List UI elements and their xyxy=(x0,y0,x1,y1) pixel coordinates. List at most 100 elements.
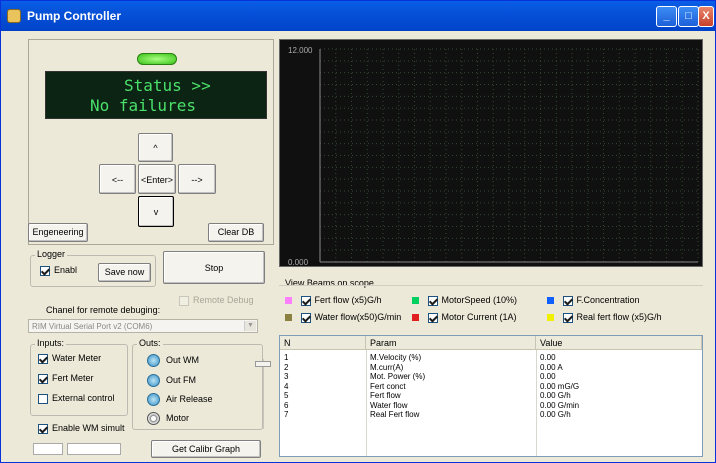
row-value: 0.00 mG/G xyxy=(540,381,580,391)
nav-enter-button[interactable]: <Enter> xyxy=(138,164,176,194)
legend-swatch xyxy=(412,297,419,305)
checkbox-icon xyxy=(427,312,438,323)
external-control-checkbox[interactable]: External control xyxy=(38,393,115,404)
status-line-1: Status >> xyxy=(124,76,211,95)
window-title: Pump Controller xyxy=(27,9,122,23)
wm-sim-field-1[interactable] xyxy=(33,443,63,455)
checkbox-icon xyxy=(38,373,48,384)
logger-enable-checkbox[interactable]: Enabl xyxy=(40,265,77,276)
column-header-param[interactable]: Param xyxy=(366,336,536,350)
slider-thumb[interactable] xyxy=(255,361,271,367)
legend-swatch xyxy=(547,297,554,305)
air-release-indicator: Air Release xyxy=(147,393,213,406)
table-row[interactable]: 3 Mot. Power (%) 0.00 xyxy=(280,372,702,381)
legend-swatch xyxy=(547,314,554,322)
motor-label: Motor xyxy=(166,412,190,423)
table-row[interactable]: 1 M.Velocity (%) 0.00 xyxy=(280,353,702,362)
out-fm-label: Out FM xyxy=(166,374,197,385)
column-divider xyxy=(366,350,367,456)
clear-db-button[interactable]: Clear DB xyxy=(208,223,264,242)
nav-left-button[interactable]: <-- xyxy=(99,164,136,194)
row-param: Real Fert flow xyxy=(370,410,420,419)
get-calibr-graph-button[interactable]: Get Calibr Graph xyxy=(151,440,261,458)
beams-divider xyxy=(279,285,703,286)
minimize-button[interactable]: _ xyxy=(656,6,677,27)
checkbox-icon xyxy=(562,295,573,306)
table-row[interactable]: 6 Water flow 0.00 G/min xyxy=(280,401,702,410)
row-n: 6 xyxy=(284,400,289,410)
engineering-button[interactable]: Engeneering xyxy=(28,223,88,242)
chevron-down-icon[interactable]: ▼ xyxy=(244,321,256,331)
legend-swatch xyxy=(412,314,419,322)
status-led xyxy=(137,53,177,65)
scope-grid xyxy=(319,48,699,263)
wm-sim-field-2[interactable] xyxy=(67,443,121,455)
led-indicator-icon xyxy=(147,354,160,367)
nav-right-button[interactable]: --> xyxy=(178,164,216,194)
table-row[interactable]: 4 Fert conct 0.00 mG/G xyxy=(280,382,702,391)
checkbox-icon xyxy=(427,295,438,306)
checkbox-icon xyxy=(38,423,48,434)
row-n: 3 xyxy=(284,372,289,381)
beam-item-water-flow[interactable]: Water flow(x50)G/min xyxy=(285,312,401,323)
beam-item-motor-current[interactable]: Motor Current (1A) xyxy=(412,312,517,323)
column-header-value[interactable]: Value xyxy=(536,336,702,350)
app-window: Pump Controller _ □ X Status >> No failu… xyxy=(0,0,716,463)
row-param: Fert flow xyxy=(370,391,401,400)
scope-ymin-label: 0.000 xyxy=(288,258,309,267)
params-table: N Param Value 1 M.Velocity (%) 0.00 2 M.curr… xyxy=(279,335,703,457)
maximize-button[interactable]: □ xyxy=(678,6,699,27)
table-row[interactable]: 5 Fert flow 0.00 G/h xyxy=(280,391,702,400)
beam-item-motor-speed[interactable]: MotorSpeed (10%) xyxy=(412,295,517,306)
checkbox-icon xyxy=(38,353,48,364)
row-value: 0.00 A xyxy=(540,362,563,372)
legend-swatch xyxy=(285,297,292,305)
led-indicator-icon xyxy=(147,374,160,387)
app-icon xyxy=(7,9,21,23)
inputs-label: Inputs: xyxy=(35,338,67,348)
table-row[interactable]: 7 Real Fert flow 0.00 G/h xyxy=(280,410,702,419)
row-n: 1 xyxy=(284,353,289,362)
beam-label: F.Concentration xyxy=(576,295,640,305)
beams-label: View Beams on scope xyxy=(285,278,374,288)
out-wm-indicator: Out WM xyxy=(147,354,199,367)
checkbox-icon xyxy=(179,295,189,306)
remote-port-label: Chanel for remote debuging: xyxy=(46,305,161,315)
title-bar: Pump Controller _ □ X xyxy=(1,1,715,31)
legend-swatch xyxy=(285,314,292,322)
row-value: 0.00 G/h xyxy=(540,391,571,400)
save-now-button[interactable]: Save now xyxy=(98,263,151,282)
row-value: 0.00 xyxy=(540,372,556,381)
beam-label: MotorSpeed (10%) xyxy=(441,295,518,305)
enable-wm-simult-checkbox[interactable]: Enable WM simult xyxy=(38,423,125,434)
column-divider xyxy=(536,350,537,456)
enable-wm-simult-label: Enable WM simult xyxy=(52,423,125,433)
scope-ymax-label: 12.000 xyxy=(288,46,313,55)
checkbox-icon xyxy=(38,393,48,404)
close-button[interactable]: X xyxy=(698,6,714,27)
remote-debug-checkbox[interactable]: Remote Debug xyxy=(179,295,254,306)
beam-item-f-concentration[interactable]: F.Concentration xyxy=(547,295,640,306)
logger-enable-label: Enabl xyxy=(54,265,78,275)
motor-icon xyxy=(147,412,160,425)
led-indicator-icon xyxy=(147,393,160,406)
checkbox-icon xyxy=(40,265,50,276)
beam-item-fert-flow[interactable]: Fert flow (x5)G/h xyxy=(285,295,382,306)
remote-port-select[interactable]: RIM Virtual Serial Port v2 (COM6) ▼ xyxy=(28,319,258,333)
column-header-n[interactable]: N xyxy=(280,336,366,350)
beam-item-real-fert-flow[interactable]: Real fert flow (x5)G/h xyxy=(547,312,662,323)
nav-up-button[interactable]: ^ xyxy=(138,133,173,162)
stop-button[interactable]: Stop xyxy=(163,251,265,284)
air-release-label: Air Release xyxy=(166,393,213,404)
nav-down-button[interactable]: v xyxy=(138,196,174,227)
out-fm-indicator: Out FM xyxy=(147,374,196,387)
slider-track xyxy=(263,359,264,429)
row-param: Water flow xyxy=(370,400,408,410)
external-control-label: External control xyxy=(52,393,115,403)
logger-label: Logger xyxy=(35,249,68,259)
table-row[interactable]: 2 M.curr(A) 0.00 A xyxy=(280,363,702,372)
fert-meter-checkbox[interactable]: Fert Meter xyxy=(38,373,94,384)
water-meter-checkbox[interactable]: Water Meter xyxy=(38,353,101,364)
water-meter-label: Water Meter xyxy=(52,353,102,363)
beam-label: Motor Current (1A) xyxy=(441,312,517,322)
